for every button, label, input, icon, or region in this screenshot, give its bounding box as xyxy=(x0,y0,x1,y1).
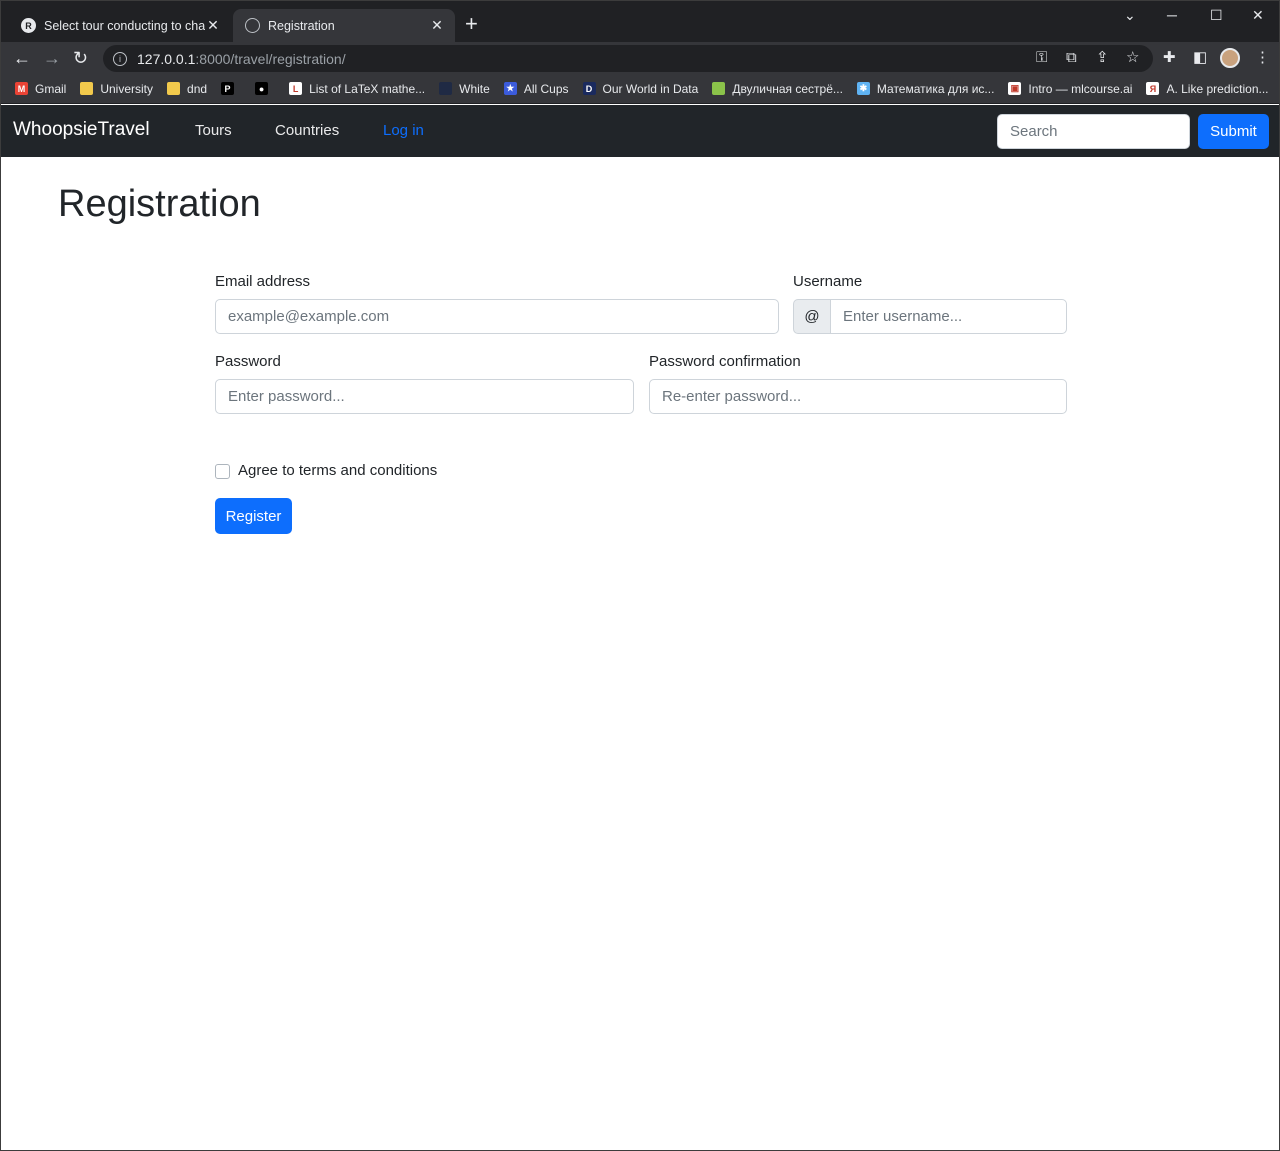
yandex-icon: Я xyxy=(1146,82,1160,95)
back-arrow-icon[interactable]: ← xyxy=(13,47,31,69)
site-info-icon[interactable]: i xyxy=(113,51,127,66)
tab-strip: R Select tour conducting to change ✕ Reg… xyxy=(1,1,1279,42)
minimize-icon[interactable]: ─ xyxy=(1167,7,1177,23)
extensions-icon[interactable]: ✚ xyxy=(1163,47,1176,69)
bookmark-label: White xyxy=(459,81,490,96)
bookmark-item[interactable]: ● xyxy=(255,82,275,95)
bookmark-label: A. Like prediction... xyxy=(1166,81,1269,96)
math-icon: ✱ xyxy=(856,82,870,95)
password-confirm-label: Password confirmation xyxy=(649,353,801,370)
nav-link-countries[interactable]: Countries xyxy=(275,122,339,139)
gmail-icon: M xyxy=(15,82,28,95)
owid-icon: D xyxy=(582,82,596,95)
search-submit-button[interactable]: Submit xyxy=(1198,114,1269,149)
maximize-icon[interactable]: ☐ xyxy=(1210,7,1223,24)
register-button[interactable]: Register xyxy=(215,498,292,534)
close-window-icon[interactable]: ✕ xyxy=(1252,7,1264,24)
bookmark-item[interactable]: White xyxy=(439,82,490,96)
nav-link-login[interactable]: Log in xyxy=(383,122,424,139)
bookmark-item[interactable]: P xyxy=(221,82,241,95)
bookmark-item[interactable]: University xyxy=(80,82,153,96)
username-label: Username xyxy=(793,273,863,290)
bookmark-item[interactable]: M Gmail xyxy=(15,82,66,96)
folder-icon xyxy=(80,82,94,95)
terms-checkbox[interactable] xyxy=(215,464,230,479)
bookmark-item[interactable]: ▣ Intro — mlcourse.ai xyxy=(1008,82,1132,96)
share-icon[interactable]: ⇪ xyxy=(1096,47,1109,69)
bookmark-label: Intro — mlcourse.ai xyxy=(1028,81,1133,96)
bookmark-item[interactable]: Двуличная сестрё... xyxy=(712,82,843,96)
search-input[interactable] xyxy=(997,114,1190,149)
folder-icon xyxy=(167,82,181,95)
cup-icon: ★ xyxy=(503,82,517,95)
bookmark-label: All Cups xyxy=(523,81,569,96)
bookmark-item[interactable]: ★ All Cups xyxy=(503,81,569,96)
bookmark-label: dnd xyxy=(187,81,208,96)
nav-link-tours[interactable]: Tours xyxy=(195,122,232,139)
django-admin-icon: R xyxy=(21,18,36,33)
dark-square-icon xyxy=(439,82,453,95)
tab-registration[interactable]: Registration ✕ xyxy=(233,9,455,42)
github-icon: ● xyxy=(255,82,269,95)
tab-title: Select tour conducting to change xyxy=(44,18,205,33)
bookmark-item[interactable]: D Our World in Data xyxy=(582,81,699,96)
bookmark-label: List of LaTeX mathe... xyxy=(309,81,426,96)
url-path: :8000/travel/registration/ xyxy=(195,50,346,67)
password-label: Password xyxy=(215,353,281,370)
email-label: Email address xyxy=(215,273,311,290)
translate-icon[interactable]: ⧉ xyxy=(1066,47,1077,69)
site-navbar: WhoopsieTravel Tours Countries Log in Su… xyxy=(1,105,1279,157)
tab-search-icon[interactable]: ⌄ xyxy=(1124,7,1136,24)
bookmark-item[interactable]: L List of LaTeX mathe... xyxy=(289,82,425,96)
reload-icon[interactable]: ↻ xyxy=(73,47,88,69)
side-panel-icon[interactable]: ◧ xyxy=(1193,47,1207,69)
bookmark-label: Математика для ис... xyxy=(876,81,995,96)
tab-title: Registration xyxy=(268,18,335,33)
browser-window: R Select tour conducting to change ✕ Reg… xyxy=(0,0,1280,1151)
globe-icon xyxy=(712,82,726,95)
bookmark-label: Gmail xyxy=(35,81,67,96)
password-field[interactable] xyxy=(215,379,634,414)
page-title: Registration xyxy=(58,183,261,225)
forward-arrow-icon[interactable]: → xyxy=(43,47,61,69)
new-tab-button[interactable]: + xyxy=(465,13,478,35)
bookmark-item[interactable]: ✱ Математика для ис... xyxy=(856,81,995,96)
terms-label[interactable]: Agree to terms and conditions xyxy=(238,462,437,479)
bookmark-label: Our World in Data xyxy=(602,81,699,96)
close-tab-icon[interactable]: ✕ xyxy=(429,17,445,34)
browser-toolbar: ← → ↻ i 127.0.0.1:8000/travel/registrati… xyxy=(1,42,1279,74)
p-logo-icon: P xyxy=(221,82,235,95)
at-sign-addon: @ xyxy=(793,299,831,334)
email-field[interactable] xyxy=(215,299,779,334)
bookmark-label: Двуличная сестрё... xyxy=(732,81,843,96)
bookmark-item[interactable]: Я A. Like prediction... xyxy=(1146,81,1269,96)
bookmark-label: University xyxy=(100,81,154,96)
password-confirm-field[interactable] xyxy=(649,379,1067,414)
mlcourse-icon: ▣ xyxy=(1008,82,1022,95)
web-page: WhoopsieTravel Tours Countries Log in Su… xyxy=(1,105,1279,1150)
globe-icon xyxy=(245,18,260,33)
latex-icon: L xyxy=(289,82,303,95)
username-field[interactable] xyxy=(830,299,1067,334)
address-bar[interactable]: i 127.0.0.1:8000/travel/registration/ xyxy=(103,45,1153,72)
tab-select-tour[interactable]: R Select tour conducting to change ✕ xyxy=(9,9,231,42)
brand-link[interactable]: WhoopsieTravel xyxy=(13,119,150,141)
star-icon[interactable]: ☆ xyxy=(1126,47,1139,69)
key-icon[interactable]: ⚿ xyxy=(1036,47,1047,69)
url-host: 127.0.0.1 xyxy=(137,50,196,67)
menu-icon[interactable]: ⋮ xyxy=(1255,47,1270,69)
close-tab-icon[interactable]: ✕ xyxy=(205,17,221,34)
bookmarks-bar: M Gmail University dnd P ● L List of LaTeX math… xyxy=(1,74,1279,104)
bookmark-item[interactable]: dnd xyxy=(167,82,207,96)
profile-avatar[interactable] xyxy=(1220,48,1240,68)
